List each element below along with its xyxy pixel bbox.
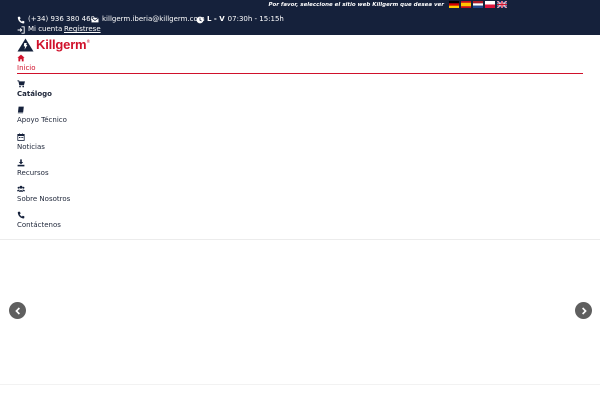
home-icon xyxy=(17,54,25,62)
active-menu-underline xyxy=(17,73,583,74)
slider-bottom-divider xyxy=(0,384,600,385)
mail-icon xyxy=(91,17,99,22)
register-label: Regístrese xyxy=(64,25,101,33)
phone-icon xyxy=(17,16,25,23)
killgerm-logo-icon xyxy=(17,38,34,51)
flag-germany-icon[interactable] xyxy=(449,1,459,8)
register-link[interactable]: Regístrese xyxy=(64,25,101,34)
menu-label: Recursos xyxy=(17,169,49,177)
account-link[interactable]: Mi cuenta xyxy=(17,25,62,34)
menu-item-apoyo-tecnico[interactable]: Apoyo Técnico xyxy=(17,106,583,130)
calendar-icon xyxy=(17,133,25,141)
menu-label: Contáctenos xyxy=(17,221,61,229)
menu-item-catalogo[interactable]: Catálogo xyxy=(17,80,583,104)
cart-icon xyxy=(17,80,25,88)
chevron-left-icon xyxy=(14,306,20,315)
clock-icon xyxy=(196,16,204,23)
contact-phone[interactable]: (+34) 936 380 460 xyxy=(17,15,95,24)
contact-email[interactable]: killgerm.iberia@killgerm.com xyxy=(91,15,205,24)
logo-registered-mark: ® xyxy=(86,38,91,44)
contact-phone-text: (+34) 936 380 460 xyxy=(28,15,95,23)
logo-wordmark: Killgerm xyxy=(36,37,87,52)
menu-label: Apoyo Técnico xyxy=(17,116,67,124)
site-logo[interactable]: Killgerm ® xyxy=(17,37,90,52)
menu-label: Noticias xyxy=(17,143,45,151)
menu-item-inicio[interactable]: Inicio xyxy=(17,54,583,78)
menu-label: Inicio xyxy=(17,64,36,72)
menu-item-noticias[interactable]: Noticias xyxy=(17,133,583,157)
menu-item-sobre-nosotros[interactable]: Sobre Nosotros xyxy=(17,185,583,209)
header-divider xyxy=(0,239,600,240)
opening-time: 07:30h - 15:15h xyxy=(227,15,284,23)
menu-item-contactenos[interactable]: Contáctenos xyxy=(17,211,583,235)
flag-poland-icon[interactable] xyxy=(485,1,495,8)
site-selector-prompt: Por favor, seleccione el sitio web Killg… xyxy=(268,2,444,8)
flag-uk-icon[interactable] xyxy=(497,1,507,8)
opening-days: L - V xyxy=(207,15,225,23)
download-icon xyxy=(17,159,25,167)
contact-bar: (+34) 936 380 460 killgerm.iberia@killge… xyxy=(0,11,600,35)
flag-list xyxy=(449,1,507,8)
account-label: Mi cuenta xyxy=(28,25,63,33)
menu-item-recursos[interactable]: Recursos xyxy=(17,159,583,183)
opening-hours: L - V 07:30h - 15:15h xyxy=(196,15,284,24)
phone-icon xyxy=(17,211,25,219)
contact-email-text: killgerm.iberia@killgerm.com xyxy=(102,15,205,23)
menu-label: Sobre Nosotros xyxy=(17,195,71,203)
slider-prev-button[interactable] xyxy=(9,302,26,319)
slider-next-button[interactable] xyxy=(575,302,592,319)
menu-label: Catálogo xyxy=(17,90,52,98)
chevron-right-icon xyxy=(581,306,587,315)
flag-spain-icon[interactable] xyxy=(461,1,471,8)
book-icon xyxy=(17,106,24,114)
site-selector-bar: Por favor, seleccione el sitio web Killg… xyxy=(0,0,600,11)
sign-in-icon xyxy=(17,25,25,34)
page: Por favor, seleccione el sitio web Killg… xyxy=(0,0,600,400)
flag-netherlands-icon[interactable] xyxy=(473,1,483,8)
users-icon xyxy=(17,185,25,192)
